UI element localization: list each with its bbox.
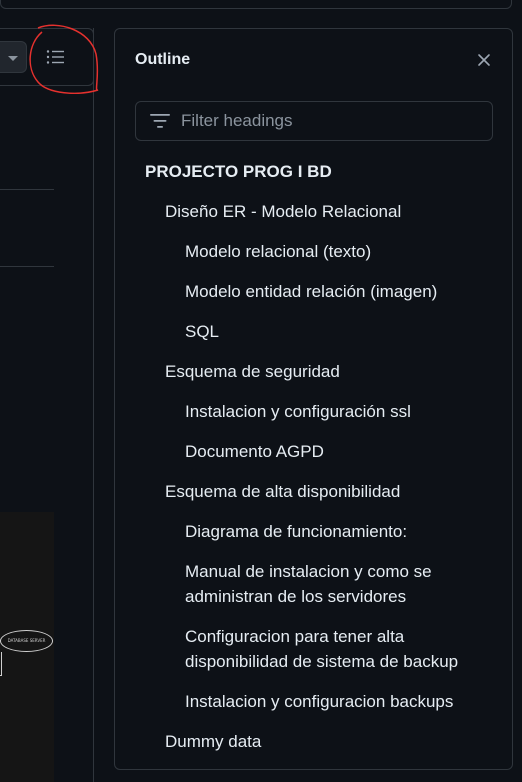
outline-item[interactable]: Modelo relacional (texto) bbox=[185, 239, 485, 264]
outline-item[interactable]: Configuracion para tener alta disponibil… bbox=[185, 624, 485, 674]
top-bar-edge bbox=[0, 0, 512, 9]
diagram-oval: DATABASE SERVER bbox=[0, 630, 53, 652]
outline-title: Outline bbox=[135, 51, 191, 68]
outline-item[interactable]: Documento AGPD bbox=[185, 439, 485, 464]
outline-item[interactable]: Diseño ER - Modelo Relacional bbox=[165, 199, 401, 224]
diagram-connector bbox=[0, 652, 2, 676]
outline-item[interactable]: Diagrama de funcionamiento: bbox=[185, 519, 485, 544]
chevron-down-icon bbox=[8, 56, 18, 61]
close-outline-button[interactable] bbox=[473, 49, 495, 71]
outline-item[interactable]: Esquema de alta disponibilidad bbox=[165, 479, 400, 504]
divider bbox=[0, 266, 54, 267]
outline-item[interactable]: SQL bbox=[185, 319, 485, 344]
filter-headings-input[interactable] bbox=[181, 102, 481, 140]
outline-item[interactable]: Manual de instalacion y como se administ… bbox=[185, 559, 485, 609]
outline-item[interactable]: Dummy data bbox=[165, 729, 261, 754]
outline-item[interactable]: PROJECTO PROG I BD bbox=[145, 159, 332, 184]
close-icon bbox=[478, 54, 490, 66]
outline-item[interactable]: Modelo entidad relación (imagen) bbox=[185, 279, 485, 304]
outline-item[interactable]: Esquema de seguridad bbox=[165, 359, 340, 384]
outline-item[interactable]: Instalacion y configuración ssl bbox=[185, 399, 485, 424]
outline-toggle-button[interactable] bbox=[37, 41, 73, 73]
dropdown-button[interactable] bbox=[0, 41, 27, 73]
filter-headings-field[interactable] bbox=[135, 101, 493, 141]
outline-item[interactable]: Instalacion y configuracion backups bbox=[185, 689, 485, 714]
list-icon bbox=[46, 50, 64, 64]
divider bbox=[0, 189, 54, 190]
filter-icon bbox=[150, 114, 170, 128]
outline-panel: Outline PROJECTO PROG I BD Diseño ER - M… bbox=[114, 28, 513, 770]
